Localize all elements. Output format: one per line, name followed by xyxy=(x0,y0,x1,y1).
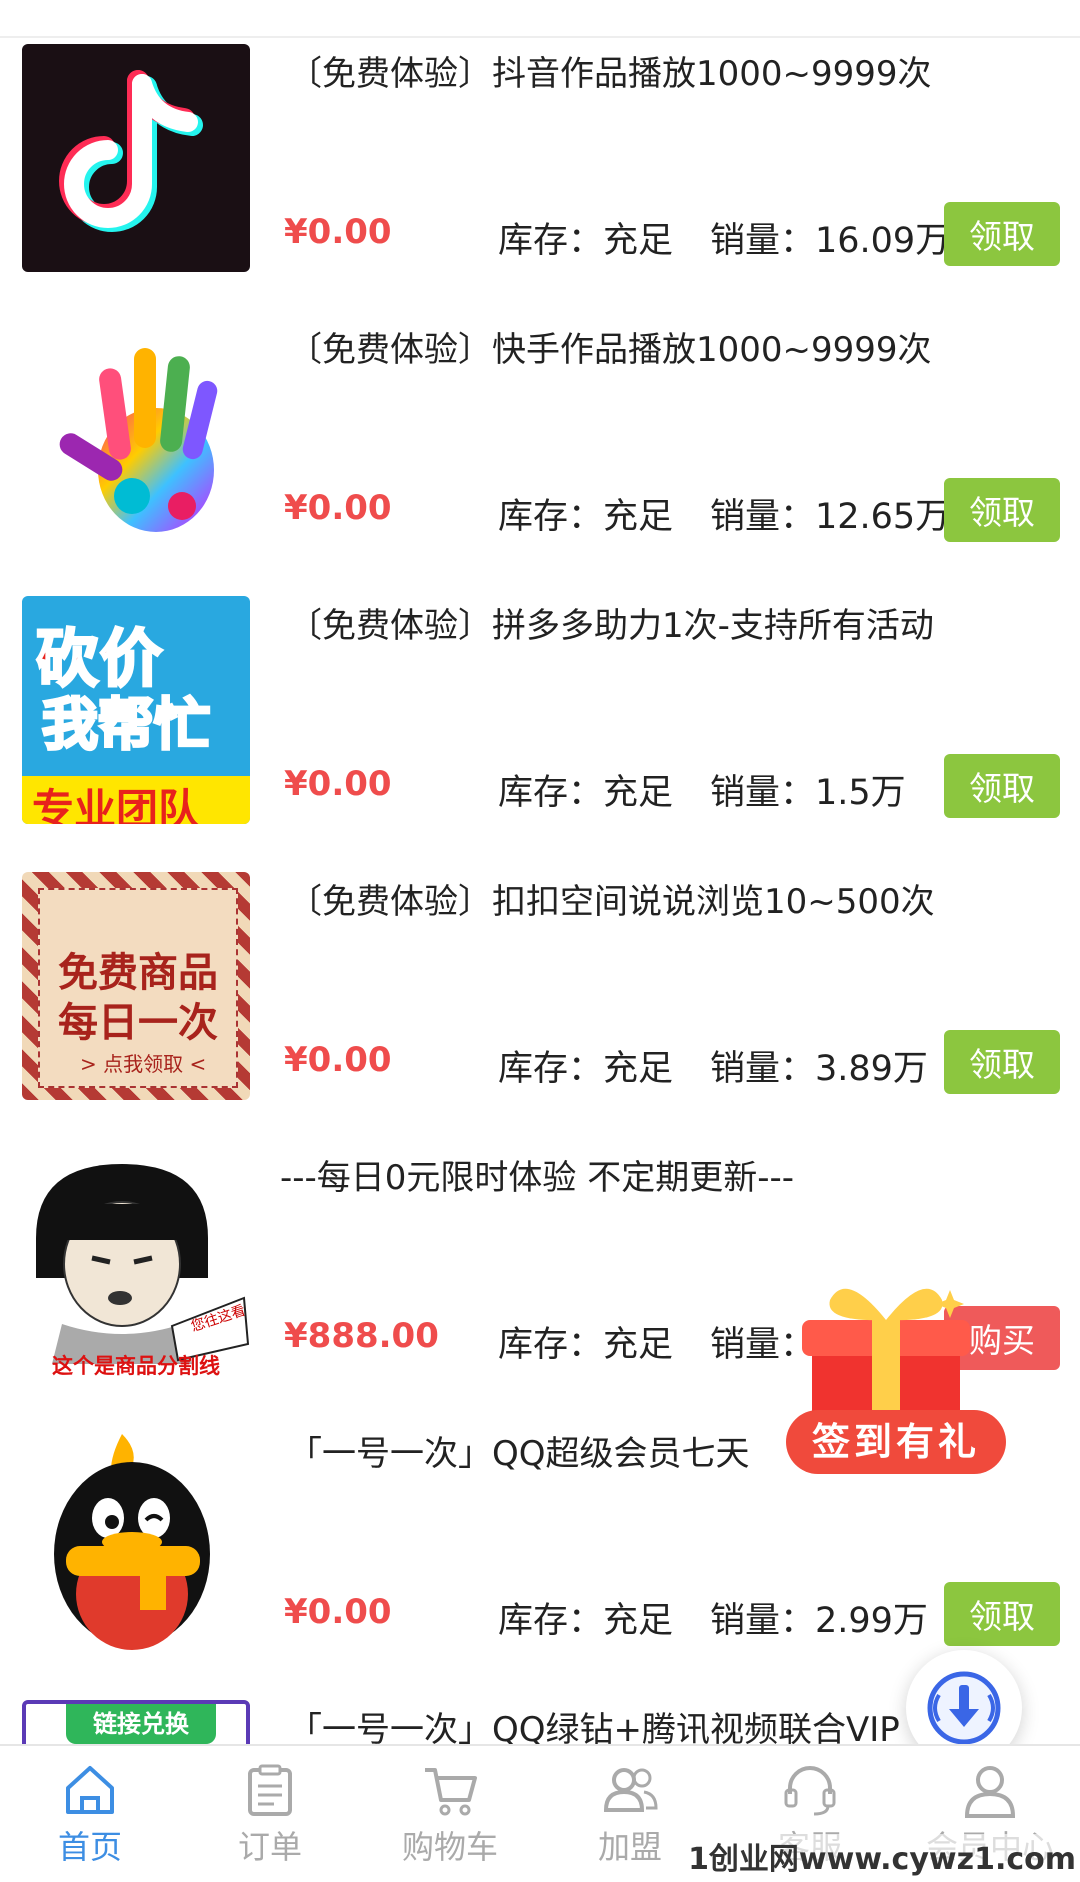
tab-label: 首页 xyxy=(57,1828,122,1866)
product-stock: 库存：充足 xyxy=(498,1601,674,1641)
download-icon xyxy=(927,1671,1001,1745)
product-card[interactable]: 免费商品 每日一次 > 点我领取 < 〔免费体验〕扣扣空间说说浏览10~500次… xyxy=(0,866,1080,1146)
claim-button[interactable]: 领取 xyxy=(944,1582,1060,1646)
product-stock: 库存：充足 xyxy=(498,221,674,261)
claim-button[interactable]: 领取 xyxy=(944,478,1060,542)
gift-label: 签到有礼 xyxy=(811,1420,980,1464)
product-stock: 库存：充足 xyxy=(498,773,674,813)
douyin-logo-image xyxy=(22,44,250,272)
users-icon xyxy=(603,1768,658,1812)
free-product-image: 免费商品 每日一次 > 点我领取 < xyxy=(22,872,250,1100)
free-text-3: > 点我领取 < xyxy=(80,1052,207,1076)
product-card[interactable]: 〔免费体验〕快手作品播放1000~9999次 ¥0.00 库存：充足 销量：12… xyxy=(0,314,1080,594)
product-sales: 销量：1.5万 xyxy=(710,773,906,813)
product-sales: 销量：16.09万 xyxy=(710,221,951,261)
tab-orders[interactable]: 订单 xyxy=(180,1746,360,1882)
product-price: ¥0.00 xyxy=(284,212,392,252)
meme-caption: 这个是商品分割线 xyxy=(52,1354,220,1376)
product-title[interactable]: 〔免费体验〕抖音作品播放1000~9999次 xyxy=(288,46,932,102)
product-card[interactable]: 砍价 我帮忙 专业团队 〔免费体验〕拼多多助力1次-支持所有活动 ¥0.00 库… xyxy=(0,590,1080,870)
product-title[interactable]: 「一号一次」QQ绿钻+腾讯视频联合VIP xyxy=(288,1702,900,1744)
product-title[interactable]: 〔免费体验〕扣扣空间说说浏览10~500次 xyxy=(288,874,935,930)
colorful-hand-image xyxy=(22,320,250,548)
tab-cart[interactable]: 购物车 xyxy=(360,1746,540,1882)
meme-divider-image: 您往这看 这个是商品分割线 xyxy=(22,1148,250,1376)
claim-button[interactable]: 领取 xyxy=(944,1030,1060,1094)
product-sales: 销量：3.89万 xyxy=(710,1049,928,1089)
cart-icon xyxy=(425,1768,477,1816)
product-card[interactable]: 〔免费体验〕抖音作品播放1000~9999次 ¥0.00 库存：充足 销量：16… xyxy=(0,38,1080,318)
product-stock: 库存：充足 xyxy=(498,497,674,537)
qq-penguin-image xyxy=(22,1424,250,1652)
product-title[interactable]: ---每日0元限时体验 不定期更新--- xyxy=(280,1150,794,1206)
product-price: ¥0.00 xyxy=(284,1592,392,1632)
user-icon xyxy=(964,1766,1016,1818)
product-title[interactable]: 「一号一次」QQ超级会员七天 xyxy=(288,1426,750,1482)
product-price: ¥0.00 xyxy=(284,764,392,804)
product-sales: 销量：2.99万 xyxy=(710,1601,928,1641)
home-icon xyxy=(66,1766,114,1814)
link-exchange-image: 链接兑换 xyxy=(22,1700,250,1744)
headset-icon xyxy=(784,1766,836,1816)
product-stock: 库存：充足 xyxy=(498,1325,674,1365)
tab-home[interactable]: 首页 xyxy=(0,1746,180,1882)
bargain-text-3: 专业团队 xyxy=(32,785,201,824)
watermark: 1创业网www.cywz1.com xyxy=(688,1834,1076,1878)
free-text-2: 每日一次 xyxy=(58,1000,218,1046)
tab-label: 订单 xyxy=(237,1828,302,1866)
product-stock: 库存：充足 xyxy=(498,1049,674,1089)
product-title[interactable]: 〔免费体验〕快手作品播放1000~9999次 xyxy=(288,322,932,378)
link-exchange-label: 链接兑换 xyxy=(66,1704,216,1744)
product-price: ¥0.00 xyxy=(284,488,392,528)
claim-button[interactable]: 领取 xyxy=(944,202,1060,266)
product-price: ¥888.00 xyxy=(284,1316,439,1356)
order-icon xyxy=(248,1764,292,1816)
bargain-help-image: 砍价 我帮忙 专业团队 xyxy=(22,596,250,824)
product-sales: 销量：12.65万 xyxy=(710,497,951,537)
bargain-text-2: 我帮忙 xyxy=(41,692,212,760)
product-title[interactable]: 〔免费体验〕拼多多助力1次-支持所有活动 xyxy=(288,598,934,654)
sign-in-gift-badge[interactable]: 签到有礼 xyxy=(780,1270,1020,1500)
product-price: ¥0.00 xyxy=(284,1040,392,1080)
claim-button[interactable]: 领取 xyxy=(944,754,1060,818)
tab-label: 购物车 xyxy=(401,1828,498,1866)
